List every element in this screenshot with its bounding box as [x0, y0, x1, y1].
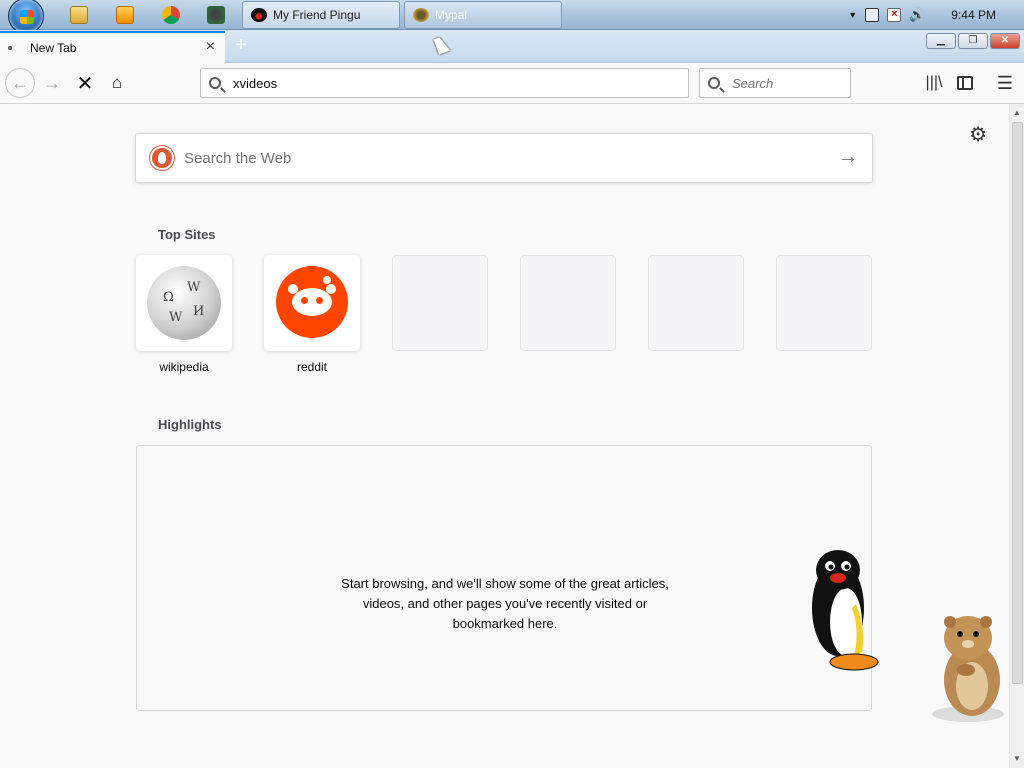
clock[interactable]: 9:44 PM [951, 8, 996, 22]
search-icon [708, 77, 720, 89]
top-site-reddit[interactable] [264, 255, 360, 351]
pingu-character [812, 550, 879, 671]
library-icon[interactable]: |||\ [925, 74, 943, 92]
start-button[interactable] [8, 0, 44, 34]
highlights-empty-state: Start browsing, and we'll show some of t… [136, 445, 872, 711]
gear-icon[interactable]: ⚙ [969, 122, 987, 147]
duckduckgo-icon [150, 146, 174, 170]
system-tray: ▼ × 🔊 9:44 PM [848, 0, 1024, 30]
back-button[interactable]: ← [5, 68, 35, 98]
taskbar-item-my-friend-pingu[interactable]: My Friend Pingu [242, 1, 400, 29]
search-icon [209, 77, 221, 89]
reddit-logo-icon [276, 266, 348, 338]
volume-icon[interactable]: 🔊 [909, 7, 925, 23]
close-tab-icon[interactable]: × [206, 38, 215, 56]
stop-button[interactable]: ✕ [71, 69, 99, 97]
nav-toolbar: ← → ✕ ⌂ xvideos Search |||\ ☰ [0, 63, 1024, 104]
wikipedia-globe-icon: Ω W И W [147, 266, 221, 340]
taskbar-item-label: My Friend Pingu [273, 8, 361, 22]
tab-loading-icon [8, 46, 12, 50]
hamster-character [932, 616, 1004, 722]
top-site-label: wikipedia [159, 360, 209, 374]
taskbar-item-label: Mypal [435, 8, 468, 22]
top-site-empty [520, 255, 616, 351]
chrome-icon[interactable] [162, 6, 180, 24]
top-site-label: reddit [296, 360, 328, 374]
tab-title: New Tab [30, 41, 77, 55]
search-placeholder: Search [732, 75, 774, 91]
mypal-icon [413, 8, 429, 22]
scroll-up-icon[interactable]: ▲ [1013, 108, 1021, 117]
home-button[interactable]: ⌂ [103, 69, 131, 97]
action-center-icon[interactable]: × [887, 8, 902, 22]
web-search-input[interactable]: Search the Web → [135, 133, 873, 183]
sidebar-icon[interactable] [957, 76, 973, 90]
restore-button[interactable]: ❐ [958, 33, 988, 49]
search-box[interactable]: Search [699, 68, 851, 98]
tab-new-tab[interactable]: New Tab × [0, 31, 225, 63]
arrow-right-icon[interactable]: → [838, 146, 858, 169]
tab-strip: New Tab × + ▁ ❐ ✕ [0, 30, 1024, 63]
url-bar[interactable]: xvideos [200, 68, 689, 98]
scroll-thumb[interactable] [1012, 122, 1023, 684]
taskbar-item-mypal[interactable]: Mypal [404, 1, 562, 29]
top-sites-heading: Top Sites [158, 227, 216, 242]
new-tab-button[interactable]: + [230, 34, 252, 57]
scroll-down-icon[interactable]: ▼ [1013, 754, 1021, 763]
windows-taskbar: My Friend Pingu Mypal ▼ × 🔊 9:44 PM [0, 0, 1024, 34]
pingu-face-icon [251, 8, 267, 22]
menu-icon[interactable]: ☰ [996, 74, 1014, 92]
tray-expand-icon[interactable]: ▼ [848, 10, 857, 20]
pingu-app-icon[interactable] [207, 6, 225, 24]
web-search-placeholder: Search the Web [184, 149, 292, 167]
page-scrollbar[interactable]: ▲ ▼ [1009, 104, 1024, 768]
top-site-empty [776, 255, 872, 351]
highlights-heading: Highlights [158, 417, 222, 432]
explorer-icon[interactable] [70, 6, 88, 24]
forward-button[interactable]: → [38, 69, 66, 97]
highlights-message: Start browsing, and we'll show some of t… [341, 576, 669, 631]
minimize-button[interactable]: ▁ [926, 33, 956, 49]
url-text: xvideos [233, 75, 278, 91]
top-site-empty [392, 255, 488, 351]
close-window-button[interactable]: ✕ [990, 33, 1020, 49]
media-player-icon[interactable] [116, 6, 134, 24]
network-icon[interactable] [865, 8, 880, 22]
top-site-empty [648, 255, 744, 351]
top-site-wikipedia[interactable]: Ω W И W [136, 255, 232, 351]
